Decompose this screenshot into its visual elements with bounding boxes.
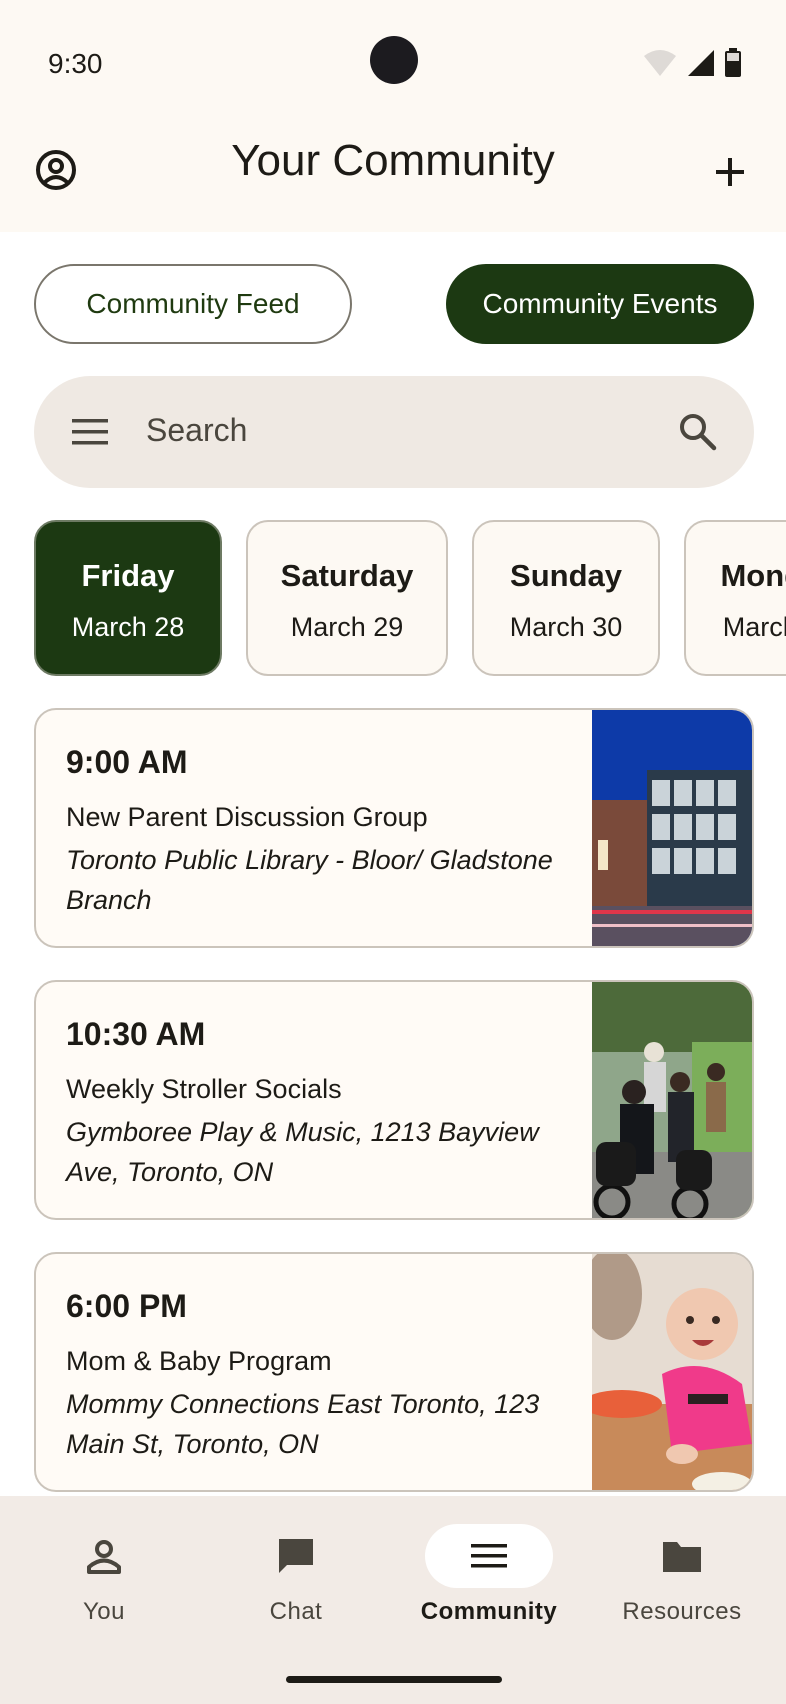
nav-icon-container: [232, 1524, 360, 1588]
date-chip-saturday[interactable]: Saturday March 29: [246, 520, 448, 676]
signal-icon: [688, 50, 714, 76]
date-chip-sunday[interactable]: Sunday March 30: [472, 520, 660, 676]
date-day: Friday: [81, 558, 175, 593]
event-time: 9:00 AM: [66, 744, 188, 780]
nav-icon-container: [618, 1524, 746, 1588]
date-chip-monday[interactable]: Monday March 31: [684, 520, 786, 676]
nav-label: Community: [420, 1598, 558, 1625]
search-input[interactable]: Search: [146, 412, 247, 449]
library-building-photo: [592, 710, 752, 946]
event-time: 10:30 AM: [66, 1016, 206, 1052]
event-card[interactable]: 9:00 AM New Parent Discussion Group Toro…: [34, 708, 754, 948]
event-card[interactable]: 10:30 AM Weekly Stroller Socials Gymbore…: [34, 980, 754, 1220]
page-title: Your Community: [231, 136, 555, 185]
nav-label: Resources: [622, 1598, 742, 1625]
event-title: Weekly Stroller Socials: [66, 1074, 342, 1104]
event-location: Mommy Connections East Toronto, 123 Main…: [66, 1389, 540, 1459]
event-title: New Parent Discussion Group: [66, 802, 428, 832]
date-chip-friday[interactable]: Friday March 28: [34, 520, 222, 676]
status-time: 9:30: [48, 48, 103, 79]
nav-item-community[interactable]: Community: [399, 1524, 579, 1626]
nav-item-you[interactable]: You: [14, 1524, 194, 1626]
chat-icon: [279, 1539, 313, 1573]
wifi-icon: [644, 50, 676, 76]
date-date: March 31: [722, 612, 786, 642]
folder-icon: [663, 1542, 701, 1572]
nav-item-resources[interactable]: Resources: [592, 1524, 772, 1626]
search-icon[interactable]: [676, 410, 720, 454]
menu-icon: [471, 1544, 507, 1568]
date-date: March 30: [509, 612, 623, 642]
status-bar: 9:30: [0, 0, 786, 118]
community-feed-label: Community Feed: [86, 288, 300, 319]
event-card[interactable]: 6:00 PM Mom & Baby Program Mommy Connect…: [34, 1252, 754, 1492]
smiling-baby-photo: [592, 1254, 752, 1490]
parents-with-strollers-photo: [592, 982, 752, 1218]
battery-icon: [725, 48, 741, 77]
event-title: Mom & Baby Program: [66, 1346, 332, 1376]
date-day: Monday: [720, 558, 786, 593]
nav-label: You: [83, 1598, 125, 1625]
search-bar[interactable]: [34, 376, 754, 488]
nav-icon-container: [425, 1524, 553, 1588]
home-indicator[interactable]: [286, 1676, 502, 1683]
event-location: Toronto Public Library - Bloor/ Gladston…: [66, 845, 553, 915]
date-day: Saturday: [280, 558, 414, 593]
date-date: March 28: [71, 612, 185, 642]
date-date: March 29: [290, 612, 404, 642]
add-button[interactable]: [704, 146, 756, 198]
date-day: Sunday: [510, 558, 622, 593]
plus-icon: [716, 158, 744, 186]
nav-item-chat[interactable]: Chat: [206, 1524, 386, 1626]
event-location: Gymboree Play & Music, 1213 Bayview Ave,…: [66, 1117, 539, 1187]
community-events-button[interactable]: Community Events: [446, 264, 754, 344]
person-icon: [87, 1540, 121, 1574]
menu-icon[interactable]: [70, 416, 110, 448]
status-icons: [642, 48, 742, 78]
community-feed-button[interactable]: Community Feed: [34, 264, 352, 344]
date-selector: Friday March 28 Saturday March 29 Sunday…: [34, 520, 786, 676]
community-events-label: Community Events: [482, 288, 718, 319]
event-time: 6:00 PM: [66, 1288, 187, 1324]
nav-icon-container: [40, 1524, 168, 1588]
nav-label: Chat: [269, 1598, 323, 1625]
camera-cutout: [370, 36, 418, 84]
